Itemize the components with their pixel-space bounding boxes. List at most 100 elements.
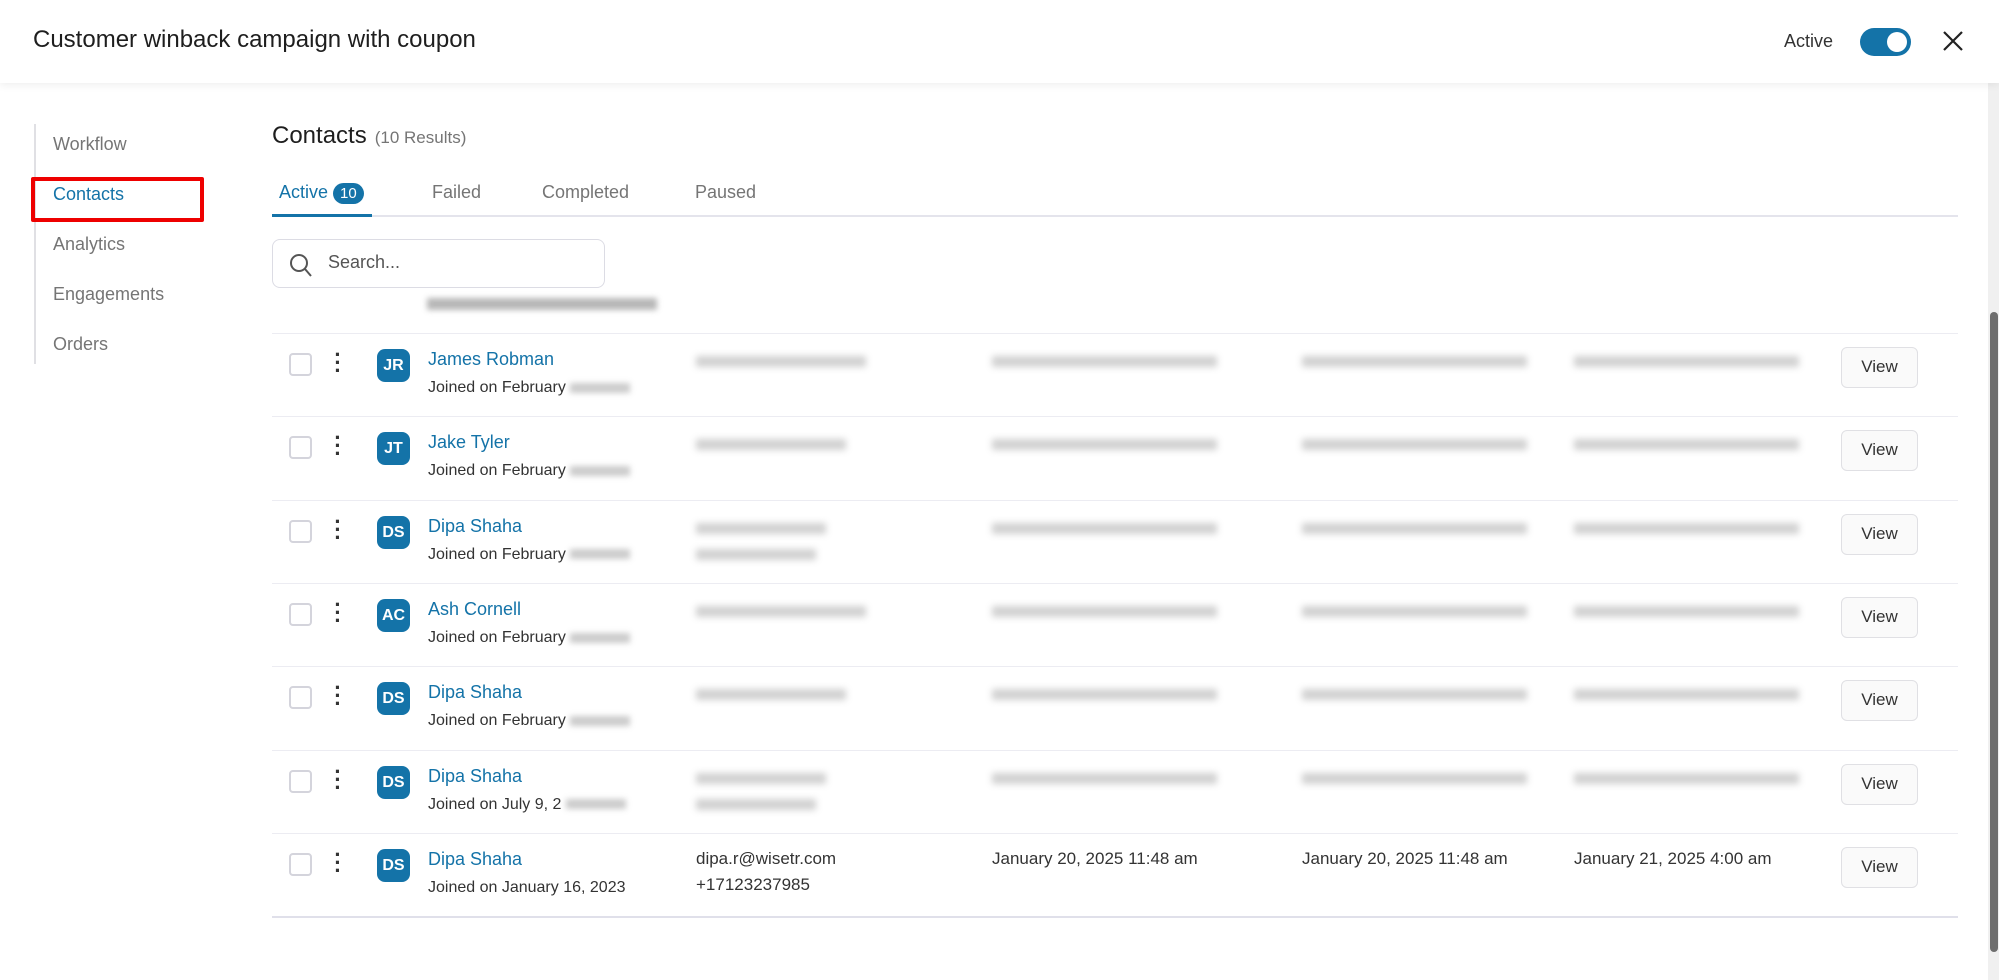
table-row: · · · DS Dipa Shaha Joined on February View [272,666,1958,749]
active-toggle[interactable] [1860,28,1911,56]
avatar: JT [377,432,410,466]
blurred-date [992,356,1217,367]
row-checkbox[interactable] [289,769,312,793]
view-button[interactable]: View [1841,763,1918,805]
joined-date-visible: Joined on July 9, 2 [428,795,562,813]
close-icon[interactable] [1938,26,1968,56]
blurred-phone [696,548,816,560]
blurred-date [1302,522,1527,534]
contact-name[interactable]: Dipa Shaha [428,516,522,537]
row-checkbox[interactable] [289,686,312,710]
blurred-text [570,632,631,643]
campaign-title: Customer winback campaign with coupon [33,26,476,53]
highlight-box [31,177,204,222]
blurred-text [570,466,631,477]
header: Customer winback campaign with coupon Ac… [0,0,1999,83]
row-checkbox[interactable] [289,852,312,876]
joined-date: Joined on July 9, 2 [428,796,626,814]
tabs: Active 10 Failed Completed Paused [272,176,1958,217]
joined-date-visible: Joined on February [428,545,566,563]
contact-name[interactable]: Dipa Shaha [428,766,522,787]
page-title-text: Contacts [272,122,367,149]
view-button[interactable]: View [1841,596,1918,638]
avatar: AC [377,598,410,632]
tab-active[interactable]: Active 10 [272,182,372,217]
more-options-icon[interactable]: · · · [332,344,344,382]
tab-active-label: Active [279,182,329,202]
view-button[interactable]: View [1841,513,1918,555]
count-badge: 10 [333,183,364,204]
blurred-text [570,382,631,393]
blurred-email [696,356,866,367]
blurred-date [1574,439,1799,451]
joined-date: Joined on February [428,628,631,647]
sidebar-item-workflow[interactable]: Workflow [36,124,164,174]
contact-name[interactable]: James Robman [428,349,554,370]
table-row: · · · DS Dipa Shaha Joined on February View [272,499,1958,583]
sidebar-item-engagements[interactable]: Engagements [36,274,164,324]
table-row: · · · AC Ash Cornell Joined on February Vie… [272,582,1958,666]
contact-name[interactable]: Jake Tyler [428,432,510,453]
view-button[interactable]: View [1841,347,1918,388]
view-button[interactable]: View [1841,846,1918,888]
sidebar-item-analytics[interactable]: Analytics [36,224,164,274]
blurred-date [992,605,1217,617]
more-options-icon[interactable]: · · · [332,510,344,548]
blurred-text [570,549,631,560]
avatar: DS [377,515,410,549]
more-options-icon[interactable]: · · · [332,760,344,798]
blurred-date [1302,772,1527,784]
joined-date-visible: Joined on February [428,628,566,646]
joined-date-visible: Joined on February [428,712,566,730]
blurred-date [1574,522,1799,534]
blurred-date [1302,689,1527,701]
contact-email: dipa.r@wisetr.com [696,848,837,868]
date-last-action: January 20, 2025 11:48 am [1302,848,1508,868]
search-input[interactable] [328,252,588,273]
more-options-icon[interactable]: · · · [332,593,344,631]
blurred-email [696,522,826,534]
results-count: (10 Results) [374,128,467,147]
search-icon [290,254,312,277]
contact-name[interactable]: Ash Cornell [428,599,521,620]
blurred-date [992,522,1217,534]
page-title: Contacts (10 Results) [272,122,466,150]
view-button[interactable]: View [1841,430,1918,472]
blurred-text [565,799,626,810]
more-options-icon[interactable]: · · · [332,843,344,881]
blurred-date [1302,605,1527,617]
sidebar-item-orders[interactable]: Orders [36,324,164,374]
blurred-email [696,772,826,784]
more-options-icon[interactable]: · · · [332,427,344,465]
tab-completed[interactable]: Completed [542,182,629,203]
more-options-icon[interactable]: · · · [332,677,344,715]
date-next-action: January 21, 2025 4:00 am [1574,848,1772,868]
table-row: · · · DS Dipa Shaha Joined on January 16, 2… [272,832,1958,916]
joined-date-visible: Joined on February [428,462,566,480]
blurred-date [1574,356,1799,367]
tab-failed[interactable]: Failed [432,182,481,203]
search-box[interactable] [272,239,605,288]
avatar: DS [377,765,410,799]
contact-name[interactable]: Dipa Shaha [428,849,522,870]
joined-date-visible: Joined on February [428,379,566,396]
tab-paused[interactable]: Paused [695,182,756,203]
table-row: · · · JT Jake Tyler Joined on February View [272,416,1958,499]
joined-date: Joined on February [428,545,631,564]
row-checkbox[interactable] [289,353,312,376]
joined-date: Joined on February [428,379,631,397]
scrollbar-thumb[interactable] [1990,312,1998,952]
date-entered: January 20, 2025 11:48 am [992,848,1198,868]
blurred-date [1302,439,1527,451]
contacts-table: · · · JR James Robman Joined on February Vi… [272,290,1958,918]
sidebar-nav: Workflow Contacts Analytics Engagements … [34,124,164,364]
contact-name[interactable]: Dipa Shaha [428,682,522,703]
blurred-date [1574,772,1799,784]
row-checkbox[interactable] [289,436,312,460]
view-button[interactable]: View [1841,680,1918,722]
row-checkbox[interactable] [289,602,312,626]
avatar: DS [377,682,410,716]
row-checkbox[interactable] [289,519,312,543]
joined-date: Joined on February [428,712,631,730]
blurred-date [1574,689,1799,701]
